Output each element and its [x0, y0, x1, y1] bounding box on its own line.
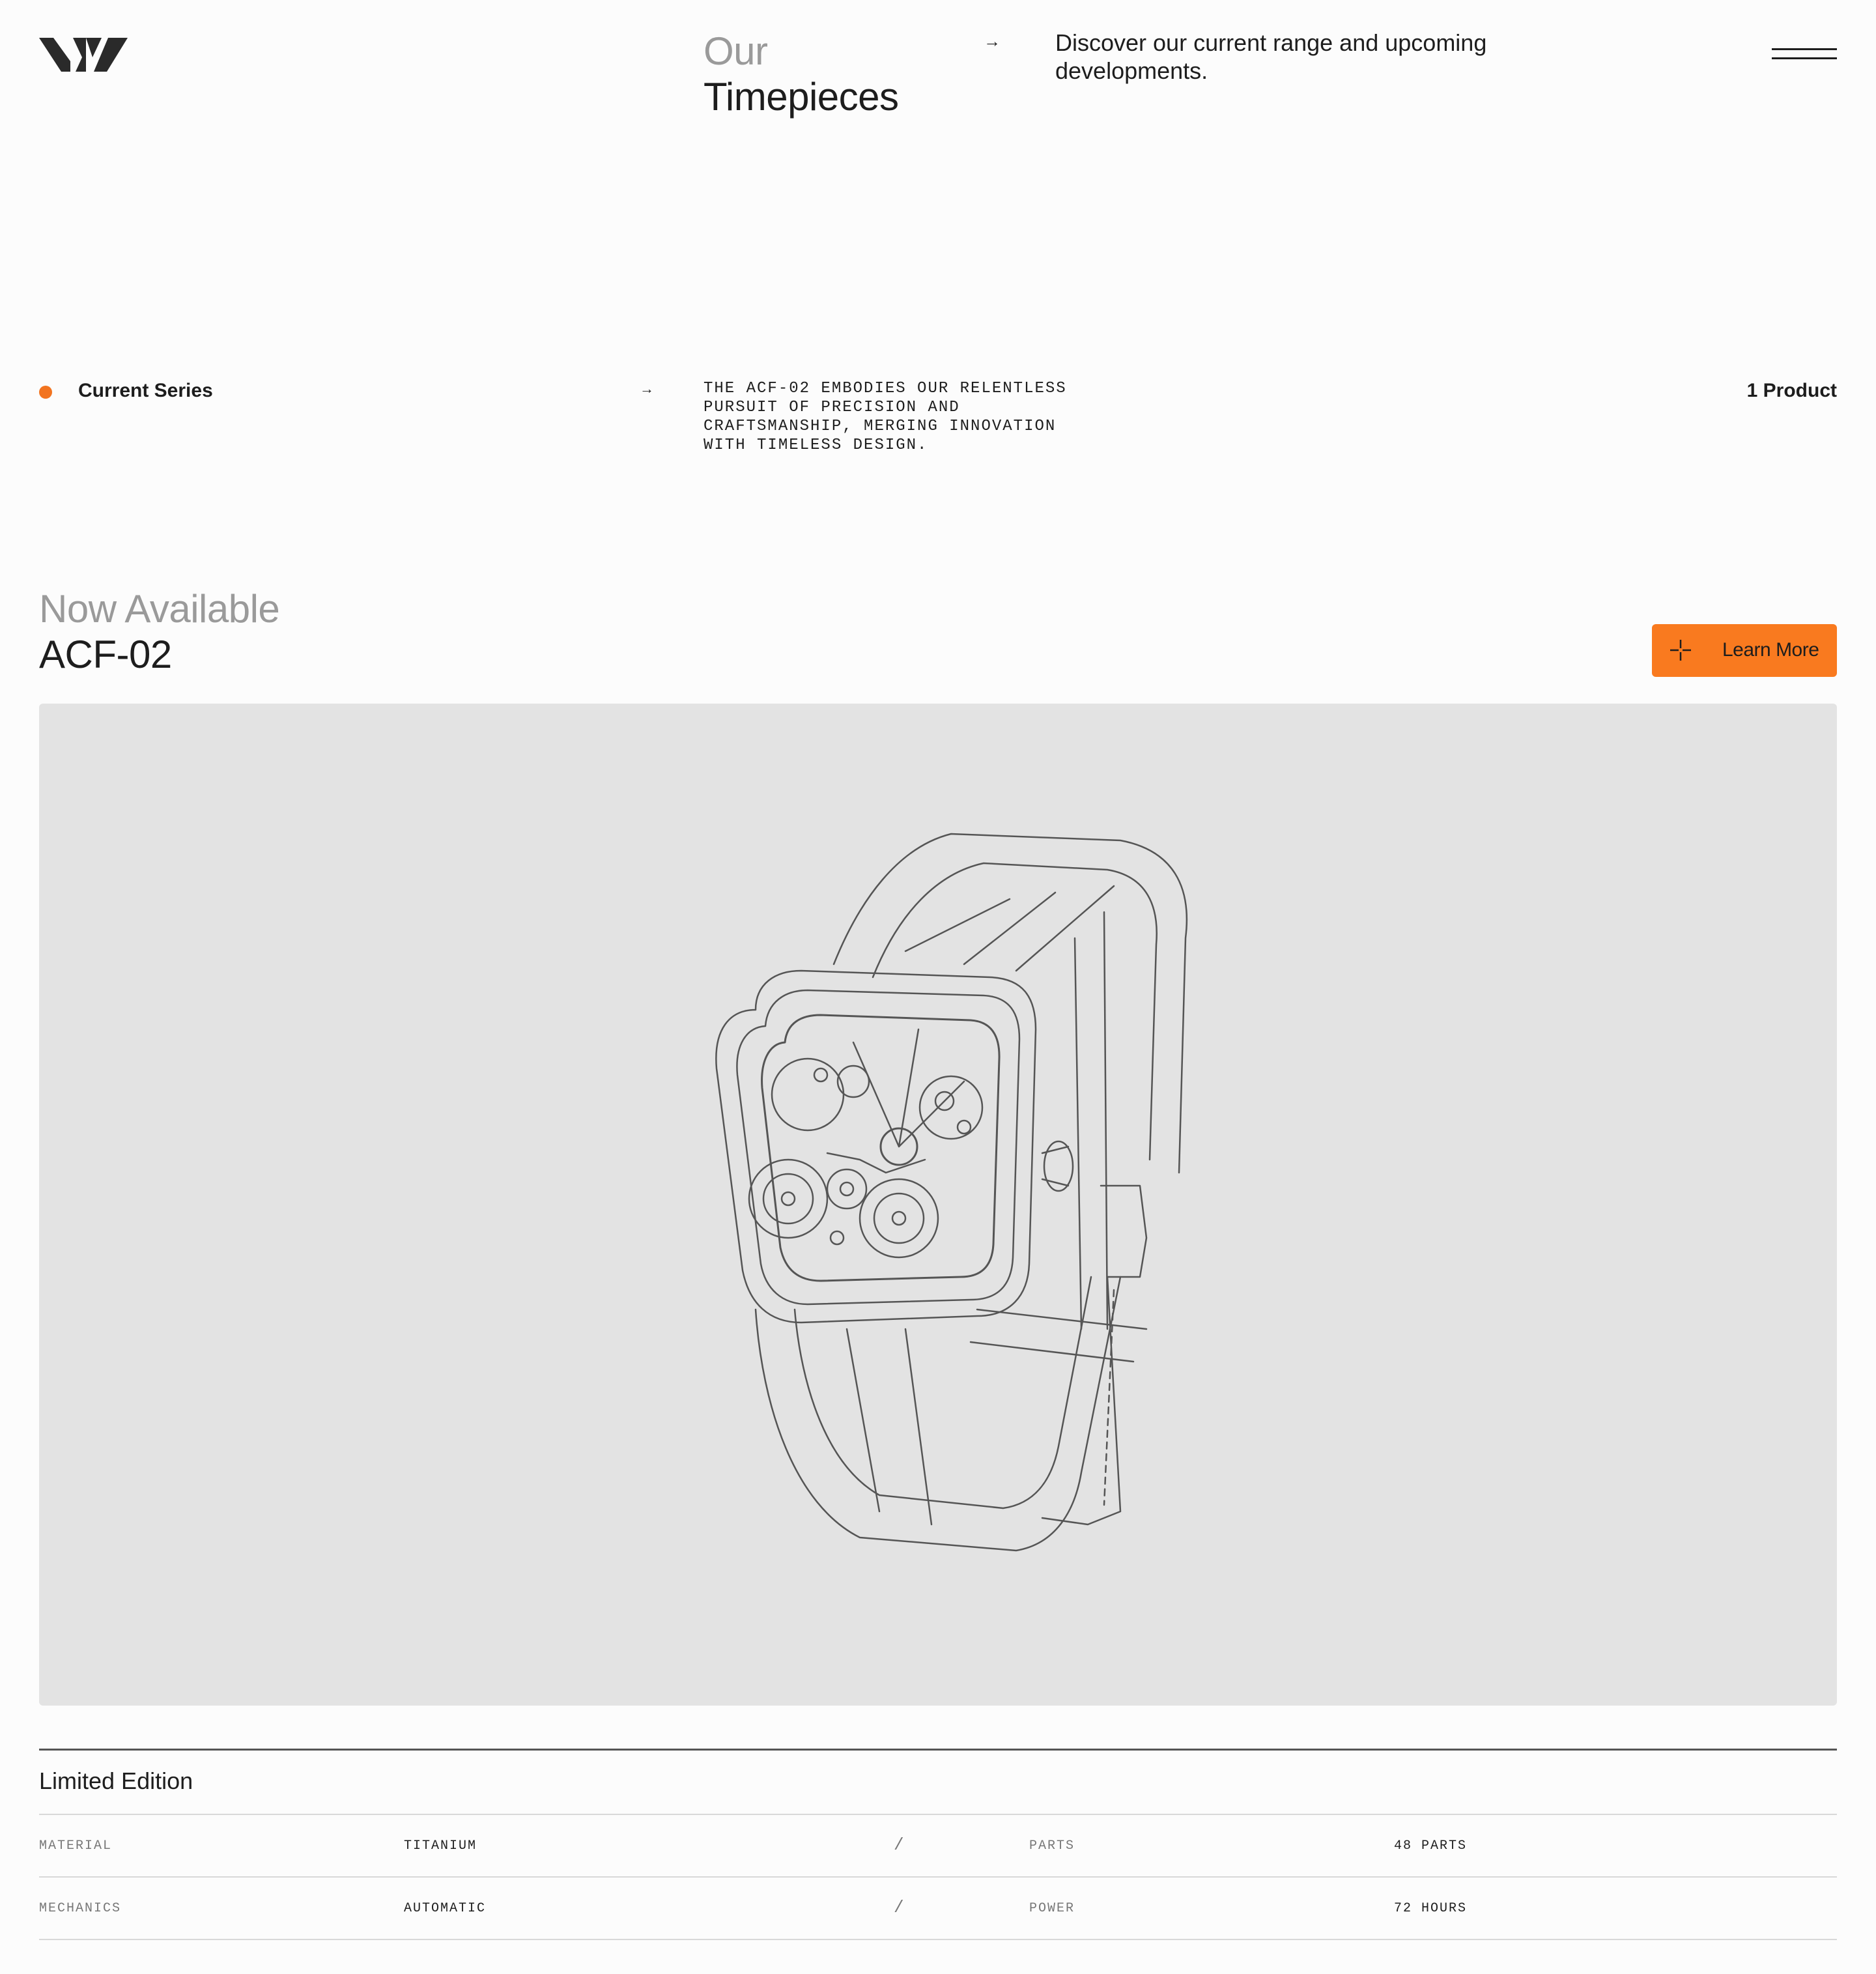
spec-value: AUTOMATIC [404, 1901, 487, 1916]
spec-key: MATERIAL [39, 1838, 113, 1853]
row-divider [39, 1939, 1837, 1940]
learn-more-label: Learn More [1722, 639, 1819, 661]
product-count: 1 Product [1746, 380, 1837, 401]
spec-key: POWER [1029, 1901, 1075, 1916]
spec-separator: / [894, 1835, 905, 1855]
section-divider [39, 1749, 1837, 1751]
spec-row: MATERIAL TITANIUM / PARTS 48 PARTS [0, 1814, 1876, 1876]
spec-separator: / [894, 1898, 905, 1917]
product-image [39, 704, 1837, 1706]
spec-key: MECHANICS [39, 1901, 122, 1916]
menu-icon-bar [1772, 57, 1837, 59]
crosshair-icon [1670, 640, 1691, 661]
product-kicker: Now Available [39, 587, 280, 631]
arrow-right-icon: → [984, 31, 1001, 51]
page-title-line2: Timepieces [704, 75, 899, 119]
spec-value: TITANIUM [404, 1838, 477, 1853]
page-title-line1: Our [704, 29, 768, 73]
brand-logo[interactable] [39, 38, 128, 72]
learn-more-button[interactable]: Learn More [1652, 624, 1837, 677]
spec-value: 48 PARTS [1394, 1838, 1468, 1853]
arrow-right-icon: → [640, 380, 654, 397]
status-dot-icon [39, 386, 52, 399]
series-label: Current Series [78, 380, 213, 401]
spec-value: 72 HOURS [1394, 1901, 1468, 1916]
menu-icon-bar [1772, 48, 1837, 50]
page-description: Discover our current range and upcoming … [1055, 29, 1487, 84]
page-title: Our Timepieces [704, 29, 899, 120]
series-description: THE ACF-02 EMBODIES OUR RELENTLESS PURSU… [704, 380, 1067, 454]
spec-key: PARTS [1029, 1838, 1075, 1853]
watch-wireframe-icon [715, 833, 1188, 1552]
specs-title: Limited Edition [39, 1767, 193, 1794]
menu-button[interactable] [1772, 48, 1837, 61]
spec-row: MECHANICS AUTOMATIC / POWER 72 HOURS [0, 1876, 1876, 1939]
product-name: ACF-02 [39, 633, 172, 676]
product-heading: Now Available ACF-02 [39, 586, 280, 678]
